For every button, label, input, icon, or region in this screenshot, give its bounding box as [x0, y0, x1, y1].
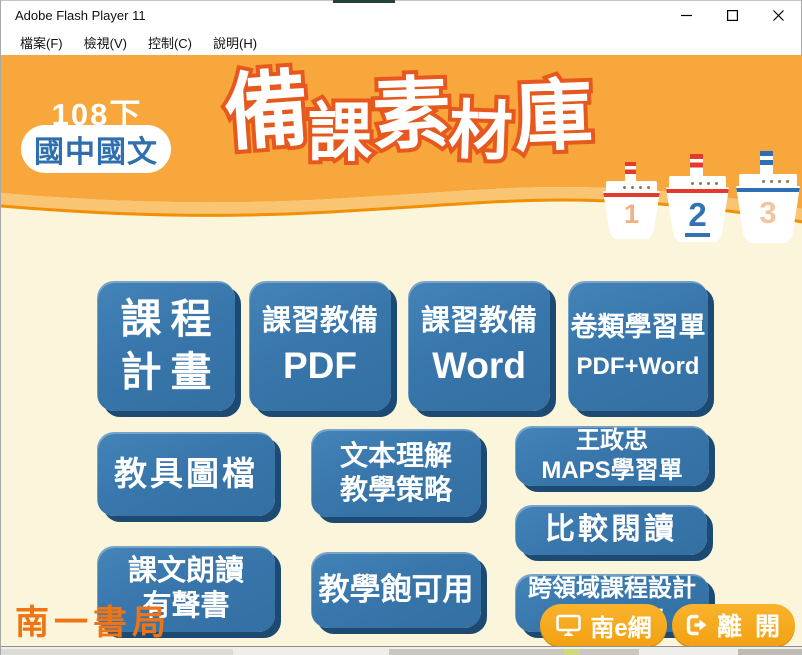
minimize-icon	[681, 10, 692, 21]
ship-number: 3	[736, 197, 800, 228]
ship-deck	[669, 176, 726, 189]
background-window-sliver	[1, 646, 802, 655]
teaching-aids-button[interactable]: 教具圖檔	[97, 432, 275, 516]
maps-worksheet-button[interactable]: 王政忠 MAPS學習單	[515, 426, 709, 486]
maximize-button[interactable]	[709, 1, 755, 30]
ship-volume-1[interactable]: 1	[603, 162, 660, 239]
monitor-icon	[555, 614, 582, 637]
window-titlebar[interactable]: Adobe Flash Player 11	[1, 1, 801, 30]
ship-volume-2[interactable]: 2	[666, 154, 729, 242]
textbook-pdf-button[interactable]: 課習教備 PDF	[249, 281, 391, 411]
window-controls	[663, 1, 801, 30]
menu-item-view[interactable]: 檢視(V)	[75, 30, 139, 55]
main-title-char: 素	[371, 74, 452, 155]
main-title-char: 課	[308, 101, 372, 165]
exit-button[interactable]: 離 開	[672, 604, 795, 646]
porthole-dots-icon	[647, 186, 650, 189]
worksheet-pdf-word-button[interactable]: 卷類學習單 PDF+Word	[568, 281, 708, 411]
menu-item-control[interactable]: 控制(C)	[139, 30, 204, 55]
textbook-word-button[interactable]: 課習教備 Word	[408, 281, 550, 411]
menu-bar: 檔案(F) 檢視(V) 控制(C) 說明(H)	[1, 30, 801, 55]
background-sliver-top	[333, 0, 395, 3]
close-icon	[773, 10, 784, 21]
close-button[interactable]	[755, 1, 801, 30]
teaching-resources-button[interactable]: 教學飽可用	[311, 552, 481, 628]
main-title-char: 材	[448, 98, 514, 164]
menu-item-file[interactable]: 檔案(F)	[11, 30, 75, 55]
nan-e-net-label: 南e網	[590, 608, 651, 643]
ship-deck	[606, 181, 657, 193]
ship-volume-3[interactable]: 3	[736, 151, 800, 243]
text-comprehension-button[interactable]: 文本理解 教學策略	[311, 429, 481, 517]
ship-funnel-icon	[760, 151, 773, 176]
main-title: 備 課 素 材 庫	[213, 61, 603, 145]
ship-number: 2	[666, 198, 729, 237]
window-top-border	[1, 0, 801, 1]
background-app-content	[1, 649, 233, 655]
ship-funnel-icon	[625, 162, 636, 183]
porthole-dots-icon	[786, 180, 789, 183]
maximize-icon	[727, 10, 738, 21]
minimize-button[interactable]	[663, 1, 709, 30]
flash-player-window: Adobe Flash Player 11 檔案(F) 檢視(V) 控制(C) …	[0, 0, 802, 655]
subject-badge-label: 國中國文	[34, 127, 158, 171]
ship-deck	[739, 174, 797, 188]
ship-number: 1	[603, 201, 660, 228]
background-app-content	[738, 649, 802, 655]
main-title-char: 備	[222, 66, 312, 156]
porthole-dots-icon	[715, 182, 718, 185]
brand-logo: 南一書局	[15, 595, 171, 644]
nan-e-net-button[interactable]: 南e網	[540, 604, 667, 646]
exit-label: 離 開	[717, 607, 783, 643]
background-app-content	[564, 649, 580, 655]
ship-funnel-icon	[690, 154, 703, 178]
comparative-reading-button[interactable]: 比較閱讀	[515, 505, 707, 555]
main-title-char: 庫	[513, 76, 594, 157]
flash-stage: 108下 國中國文 備 課 素 材 庫 1 2 3	[1, 55, 802, 646]
subject-badge: 國中國文	[21, 125, 171, 173]
menu-item-help[interactable]: 說明(H)	[204, 30, 269, 55]
background-app-content	[389, 649, 639, 655]
window-title: Adobe Flash Player 11	[15, 8, 146, 23]
exit-arrow-icon	[684, 613, 709, 637]
course-plan-button[interactable]: 課程 計畫	[97, 281, 235, 411]
